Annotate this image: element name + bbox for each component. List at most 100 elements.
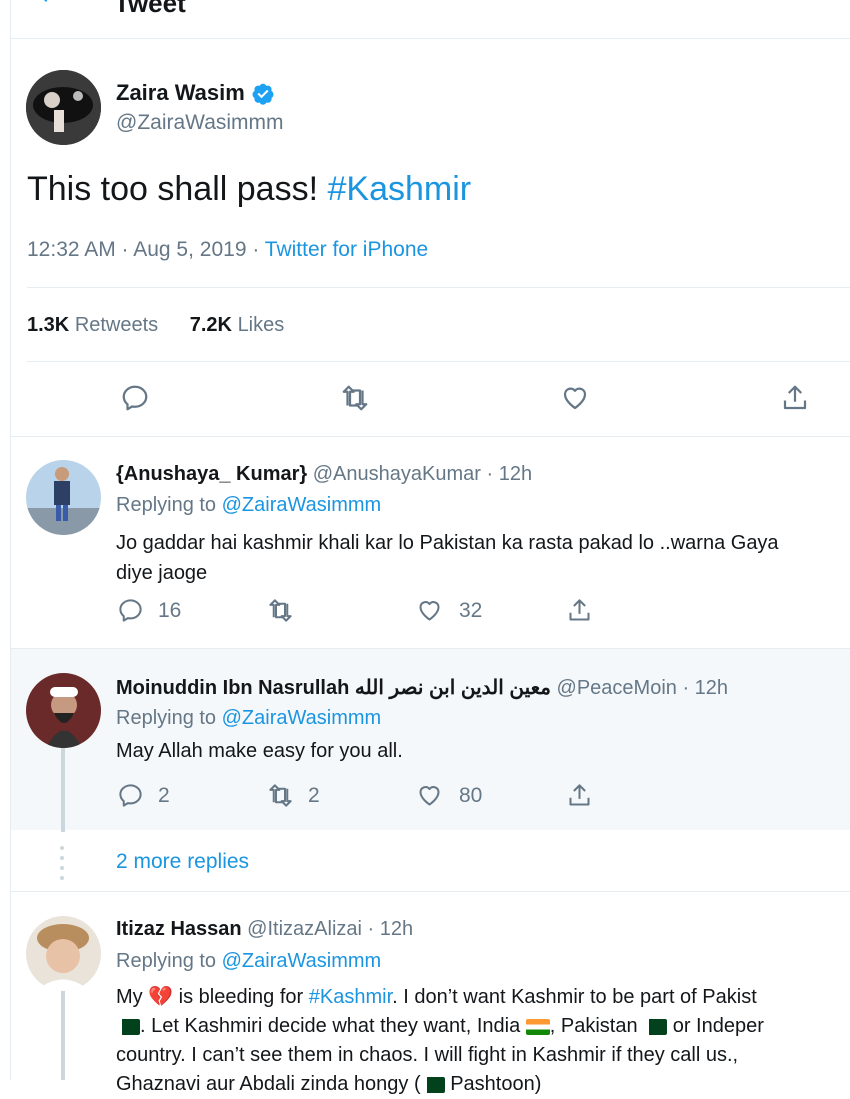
- reply-author-handle[interactable]: @ItizazAlizai: [247, 918, 362, 940]
- replying-to: Replying to @ZairaWasimmm: [116, 494, 381, 517]
- tweet-text-body: This too shall pass!: [27, 170, 319, 208]
- reply-author-handle[interactable]: @PeaceMoin: [557, 677, 677, 699]
- reply-time[interactable]: · 12h: [682, 677, 728, 699]
- back-button[interactable]: [34, 0, 58, 13]
- reply-author-name[interactable]: {Anushaya_ Kumar}: [116, 463, 307, 485]
- reply-header: Moinuddin Ibn Nasrullah معین الدین ابن ن…: [116, 675, 728, 700]
- reply-header: {Anushaya_ Kumar} @AnushayaKumar · 12h: [116, 463, 532, 486]
- share-icon: [569, 599, 590, 621]
- avatar-image: [26, 916, 101, 991]
- like-count: 32: [459, 598, 483, 622]
- divider: [27, 287, 850, 288]
- replying-to: Replying to @ZairaWasimmm: [116, 707, 381, 730]
- engagement-stats: 1.3K Retweets 7.2K Likes: [27, 314, 284, 337]
- retweet-button[interactable]: 2: [267, 782, 320, 809]
- reply-text-line: My 💔 is bleeding for #Kashmir. I don’t w…: [116, 983, 850, 1012]
- author-name-row[interactable]: Zaira Wasim: [116, 80, 275, 106]
- reply-text-line: diye jaoge: [116, 562, 208, 584]
- replying-to: Replying to @ZairaWasimmm: [116, 950, 381, 973]
- avatar-image: [26, 70, 101, 145]
- avatar-image: [26, 673, 101, 748]
- avatar[interactable]: [26, 673, 101, 748]
- divider: [27, 361, 850, 362]
- like-button[interactable]: 32: [416, 597, 482, 624]
- hashtag-link[interactable]: #Kashmir: [327, 170, 471, 208]
- avatar[interactable]: [26, 916, 101, 991]
- hashtag-link[interactable]: #Kashmir: [309, 986, 392, 1008]
- reply-author-handle[interactable]: @AnushayaKumar: [313, 463, 481, 485]
- replying-label: Replying to: [116, 494, 222, 516]
- retweet-button[interactable]: [267, 597, 294, 624]
- retweet-icon: [269, 599, 292, 622]
- retweets-stat[interactable]: 1.3K Retweets: [27, 314, 158, 336]
- reply-time[interactable]: · 12h: [486, 463, 532, 485]
- avatar[interactable]: [26, 70, 101, 145]
- author-name[interactable]: Zaira Wasim: [116, 80, 245, 105]
- reply-icon: [119, 784, 142, 807]
- retweets-count: 1.3K: [27, 314, 70, 336]
- retweets-label: Retweets: [74, 314, 159, 336]
- like-button[interactable]: 80: [416, 782, 482, 809]
- thread-dots: [60, 846, 64, 880]
- likes-label: Likes: [237, 314, 285, 336]
- share-button[interactable]: [780, 383, 810, 413]
- share-icon: [569, 784, 590, 806]
- reply-text-line: country. I can’t see them in chaos. I wi…: [116, 1044, 739, 1066]
- like-count: 80: [459, 783, 483, 807]
- tweet-source-link[interactable]: Twitter for iPhone: [265, 238, 428, 261]
- text-segment: is bleeding for: [173, 986, 309, 1008]
- retweet-count: 2: [308, 783, 320, 807]
- replying-to-link[interactable]: @ZairaWasimmm: [222, 707, 382, 729]
- heart-icon: [563, 387, 587, 410]
- reply-button[interactable]: [120, 383, 150, 413]
- verified-badge-icon: [252, 83, 274, 105]
- replying-label: Replying to: [116, 950, 222, 972]
- retweet-icon: [342, 385, 368, 411]
- thread-line: [61, 988, 65, 1080]
- reply-text: Jo gaddar hai kashmir khali kar lo Pakis…: [116, 528, 779, 588]
- reply-text-line: . Let Kashmiri decide what they want, In…: [116, 1012, 850, 1041]
- text-segment: . I don’t want Kashmir to be part of Pak…: [392, 986, 757, 1008]
- divider: [10, 436, 850, 437]
- tweet-text: This too shall pass! #Kashmir: [27, 170, 471, 209]
- tweet-timestamp[interactable]: 12:32 AM · Aug 5, 2019 ·: [27, 238, 265, 261]
- share-button[interactable]: [566, 782, 593, 809]
- text-segment: or Indeper: [667, 1015, 764, 1037]
- author-handle[interactable]: @ZairaWasimmm: [116, 111, 284, 135]
- reply-text-line: Jo gaddar hai kashmir khali kar lo Pakis…: [116, 532, 779, 554]
- avatar[interactable]: [26, 460, 101, 535]
- pakistan-flag-icon: [643, 1018, 668, 1035]
- like-button[interactable]: [560, 383, 590, 413]
- text-segment: My: [116, 986, 149, 1008]
- replying-to-link[interactable]: @ZairaWasimmm: [222, 950, 382, 972]
- back-arrow-icon: [44, 0, 48, 2]
- column-border: [10, 0, 11, 1080]
- retweet-button[interactable]: [340, 383, 370, 413]
- pakistan-flag-icon: [420, 1076, 445, 1093]
- text-segment: . Let Kashmiri decide what they want, In…: [140, 1015, 526, 1037]
- reply-time[interactable]: · 12h: [368, 918, 414, 940]
- india-flag-icon: [525, 1018, 550, 1035]
- divider: [10, 891, 850, 892]
- text-segment: Ghaznavi aur Abdali zinda hongy (: [116, 1073, 421, 1095]
- broken-heart-icon: 💔: [148, 986, 174, 1008]
- reply-author-name[interactable]: Itizaz Hassan: [116, 918, 242, 940]
- pakistan-flag-icon: [116, 1018, 140, 1035]
- reply-button[interactable]: 16: [117, 597, 181, 624]
- page-title: Tweet: [114, 0, 186, 18]
- reply-author-name[interactable]: Moinuddin Ibn Nasrullah معین الدین ابن ن…: [116, 677, 551, 699]
- heart-icon: [419, 601, 440, 621]
- retweet-icon: [269, 784, 292, 807]
- more-replies-link[interactable]: 2 more replies: [116, 850, 249, 874]
- reply-text: May Allah make easy for you all.: [116, 740, 403, 762]
- reply-icon: [119, 599, 142, 622]
- thread-line: [61, 742, 65, 832]
- reply-header: Itizaz Hassan @ItizazAlizai · 12h: [116, 918, 413, 941]
- share-icon: [783, 385, 807, 410]
- text-segment: Pashtoon): [444, 1073, 542, 1095]
- likes-stat[interactable]: 7.2K Likes: [190, 314, 285, 336]
- reply-button[interactable]: 2: [117, 782, 170, 809]
- reply-count: 2: [158, 783, 170, 807]
- share-button[interactable]: [566, 597, 593, 624]
- replying-to-link[interactable]: @ZairaWasimmm: [222, 494, 382, 516]
